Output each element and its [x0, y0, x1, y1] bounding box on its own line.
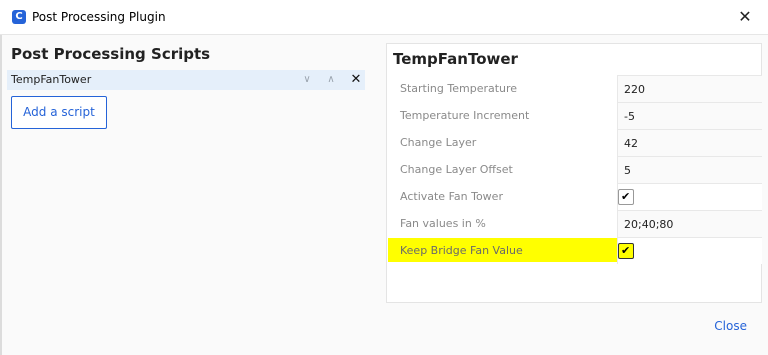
settings-title: TempFanTower	[393, 50, 518, 68]
setting-row-starting-temperature: Starting Temperature 220	[387, 75, 762, 102]
setting-label: Keep Bridge Fan Value	[400, 244, 523, 257]
window-title: Post Processing Plugin	[32, 10, 166, 24]
activate-fan-tower-checkbox[interactable]: ✔	[618, 189, 634, 205]
setting-label: Change Layer Offset	[400, 163, 513, 176]
setting-label: Temperature Increment	[400, 109, 530, 122]
script-item-label: TempFanTower	[11, 73, 92, 86]
setting-label: Activate Fan Tower	[400, 190, 503, 203]
change-layer-input[interactable]: 42	[617, 129, 762, 156]
keep-bridge-fan-cell: ✔	[617, 237, 762, 264]
temperature-increment-input[interactable]: -5	[617, 102, 762, 129]
window-close-icon[interactable]: ✕	[722, 0, 768, 34]
starting-temperature-input[interactable]: 220	[617, 75, 762, 102]
close-button[interactable]: Close	[714, 319, 747, 333]
move-up-icon[interactable]: ∧	[323, 71, 339, 89]
setting-label: Fan values in %	[400, 217, 486, 230]
app-logo-icon	[12, 10, 26, 24]
dialog-body: Post Processing Scripts TempFanTower ∨ ∧…	[0, 34, 768, 355]
setting-value: 220	[624, 83, 645, 96]
remove-script-icon[interactable]: ✕	[348, 71, 364, 89]
setting-value: -5	[624, 110, 635, 123]
keep-bridge-fan-checkbox[interactable]: ✔	[618, 243, 634, 259]
setting-label: Change Layer	[400, 136, 477, 149]
setting-row-change-layer: Change Layer 42	[387, 129, 762, 156]
activate-fan-tower-cell: ✔	[617, 183, 762, 210]
script-list-item[interactable]: TempFanTower ∨ ∧ ✕	[7, 70, 365, 90]
setting-row-activate-fan-tower: Activate Fan Tower ✔	[387, 183, 762, 210]
setting-row-keep-bridge-fan: Keep Bridge Fan Value ✔	[387, 237, 762, 264]
window-titlebar: Post Processing Plugin ✕	[0, 0, 768, 34]
setting-value: 20;40;80	[624, 218, 674, 231]
move-down-icon[interactable]: ∨	[299, 71, 315, 89]
fan-values-input[interactable]: 20;40;80	[617, 210, 762, 237]
setting-row-temperature-increment: Temperature Increment -5	[387, 102, 762, 129]
scripts-panel-title: Post Processing Scripts	[11, 45, 211, 63]
setting-label: Starting Temperature	[400, 82, 518, 95]
setting-value: 5	[624, 164, 631, 177]
setting-row-change-layer-offset: Change Layer Offset 5	[387, 156, 762, 183]
add-script-button[interactable]: Add a script	[11, 96, 107, 129]
checkmark-icon: ✔	[621, 190, 631, 203]
setting-value: 42	[624, 137, 638, 150]
change-layer-offset-input[interactable]: 5	[617, 156, 762, 183]
setting-row-fan-values: Fan values in % 20;40;80	[387, 210, 762, 237]
script-settings-panel: TempFanTower Starting Temperature 220 Te…	[386, 43, 762, 303]
checkmark-icon: ✔	[621, 244, 631, 257]
left-edge	[0, 35, 2, 355]
